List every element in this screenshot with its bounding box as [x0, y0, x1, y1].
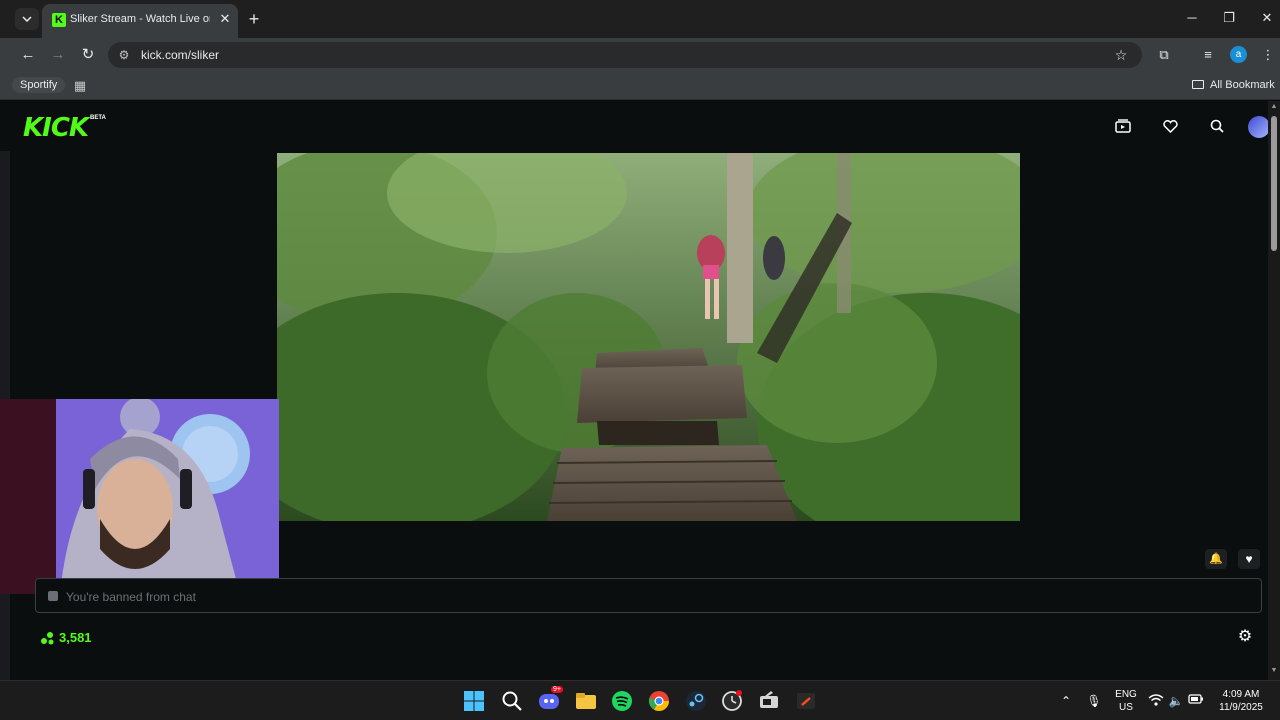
webcam-frame	[0, 399, 279, 594]
clock-app-icon[interactable]	[720, 689, 744, 713]
steam-icon[interactable]	[684, 689, 708, 713]
clock-time: 4:09 AM	[1222, 689, 1260, 700]
search-icon[interactable]	[1208, 119, 1226, 137]
page-scrollbar[interactable]: ▲ ▼	[1268, 101, 1280, 680]
windows-start-icon[interactable]	[462, 689, 486, 713]
forward-button[interactable]: →	[47, 44, 69, 66]
kebab-menu-icon[interactable]: ⋮	[1258, 45, 1278, 65]
restore-button[interactable]: ❐	[1217, 8, 1241, 28]
new-tab-button[interactable]: +	[244, 9, 264, 29]
tab-close-icon[interactable]: ✕	[216, 10, 234, 28]
following-heart-icon[interactable]	[1161, 119, 1179, 137]
scroll-up-arrow-icon[interactable]: ▲	[1270, 103, 1278, 110]
language-code: ENG	[1115, 689, 1137, 700]
follow-heart-button[interactable]: ♥	[1238, 549, 1260, 569]
lock-icon	[48, 591, 58, 601]
browser-tab-bar: K Sliker Stream - Watch Live on Kick ✕ +…	[0, 0, 1280, 38]
all-bookmarks-label: All Bookmark	[1210, 79, 1275, 91]
url-text[interactable]: kick.com/sliker	[141, 48, 219, 62]
tab-title: Sliker Stream - Watch Live on Kick	[70, 13, 210, 25]
address-bar[interactable]: ⚙ kick.com/sliker ☆	[108, 42, 1142, 68]
extensions-icon[interactable]: ⧉	[1154, 45, 1174, 65]
chat-settings-gear-icon[interactable]: ⚙	[1236, 628, 1254, 646]
viewer-count-number: 3,581	[59, 630, 92, 645]
viewers-icon	[41, 632, 54, 645]
chevron-up-icon[interactable]: ⌃	[1058, 693, 1074, 709]
bookmark-star-icon[interactable]: ☆	[1112, 46, 1130, 64]
language-region: US	[1119, 702, 1133, 713]
shell-app-icon[interactable]	[794, 689, 818, 713]
user-avatar[interactable]	[1248, 116, 1270, 138]
reload-button[interactable]: ↻	[77, 44, 99, 66]
notification-bell-button[interactable]: 🔔	[1205, 549, 1227, 569]
chrome-icon[interactable]	[647, 689, 671, 713]
media-controls-icon[interactable]: ≡	[1198, 45, 1218, 65]
kick-header: KICK BETA	[10, 101, 1270, 151]
scroll-thumb[interactable]	[1271, 116, 1277, 251]
close-window-button[interactable]: ✕	[1255, 8, 1279, 28]
language-indicator[interactable]: ENG US	[1114, 688, 1138, 714]
system-clock[interactable]: 4:09 AM 11/9/2025	[1212, 688, 1270, 714]
apps-grid-icon[interactable]: ▦	[72, 78, 88, 94]
subscriptions-icon[interactable]	[1114, 119, 1132, 137]
tab-search-button[interactable]	[15, 8, 39, 30]
folder-icon	[1192, 80, 1204, 89]
profile-avatar[interactable]: a	[1230, 46, 1247, 63]
all-bookmarks-button[interactable]: All Bookmark	[1192, 79, 1275, 91]
media-app-icon[interactable]	[757, 689, 781, 713]
kick-logo[interactable]: KICK	[23, 113, 89, 143]
spotify-icon[interactable]	[610, 689, 634, 713]
chat-banned-message: You're banned from chat	[66, 590, 196, 604]
battery-icon[interactable]	[1188, 693, 1204, 709]
streamer-webcam	[0, 399, 279, 594]
viewer-count: 3,581	[41, 630, 92, 645]
clock-date: 11/9/2025	[1219, 702, 1263, 713]
bookmarks-bar: Sportify ▦ All Bookmark	[0, 72, 1280, 100]
kick-page: KICK BETA 🔔 ♥ You're banned from chat 3,…	[0, 101, 1270, 680]
video-player[interactable]	[277, 153, 1020, 521]
minimize-button[interactable]: ─	[1180, 8, 1204, 28]
taskbar-search-icon[interactable]	[500, 689, 524, 713]
windows-taskbar: 9+ ⌃ 🎙 ENG US 🔈 4:09 AM 11/9/2025	[0, 680, 1280, 720]
discord-icon[interactable]: 9+	[537, 686, 563, 713]
back-button[interactable]: ←	[17, 44, 39, 66]
browser-toolbar: ← → ↻ ⚙ kick.com/sliker ☆ ⧉ ≡ a ⋮	[0, 38, 1280, 72]
speaker-muted-icon[interactable]: 🔈	[1168, 693, 1184, 709]
file-explorer-icon[interactable]	[574, 689, 598, 713]
microphone-icon[interactable]: 🎙	[1086, 693, 1102, 709]
discord-badge: 9+	[551, 686, 563, 693]
site-info-icon[interactable]: ⚙	[116, 47, 132, 63]
kick-favicon-icon: K	[52, 13, 66, 27]
chat-input-disabled: You're banned from chat	[35, 578, 1262, 613]
wifi-icon[interactable]	[1148, 693, 1164, 709]
jungle-stream-frame	[277, 153, 1020, 521]
beta-badge: BETA	[90, 115, 106, 121]
bookmark-sportify[interactable]: Sportify	[12, 77, 66, 93]
scroll-down-arrow-icon[interactable]: ▼	[1270, 667, 1278, 674]
chevron-down-icon	[22, 16, 32, 22]
browser-tab-active[interactable]: K Sliker Stream - Watch Live on Kick ✕	[42, 4, 238, 38]
